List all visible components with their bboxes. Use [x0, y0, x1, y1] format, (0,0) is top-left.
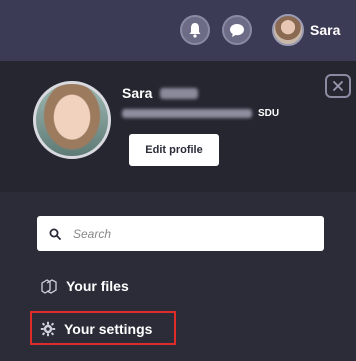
- redacted-last-name: [160, 87, 199, 99]
- menu-item-your-files[interactable]: Your files: [40, 278, 129, 294]
- redacted-email: [122, 109, 252, 118]
- gear-icon: [40, 321, 56, 337]
- edit-profile-button[interactable]: Edit profile: [129, 134, 219, 166]
- user-name: Sara: [310, 22, 341, 38]
- close-icon: [333, 81, 343, 91]
- search-box[interactable]: [37, 216, 324, 251]
- notifications-button[interactable]: [180, 15, 210, 45]
- close-button[interactable]: [325, 74, 351, 98]
- menu-item-label: Your files: [66, 278, 129, 294]
- search-icon: [49, 228, 61, 240]
- messages-button[interactable]: [222, 15, 252, 45]
- profile-name: Sara: [122, 85, 153, 101]
- organization-label: SDU: [258, 108, 280, 119]
- profile-email-row: SDU: [122, 108, 279, 119]
- bell-icon: [189, 23, 201, 38]
- top-bar: Sara: [0, 0, 356, 61]
- files-icon: [41, 279, 57, 294]
- chat-bubble-icon: [230, 23, 244, 37]
- profile-name-row: Sara: [122, 85, 199, 101]
- profile-avatar: [33, 81, 111, 159]
- menu-item-your-settings[interactable]: Your settings: [40, 321, 152, 337]
- avatar: [272, 14, 304, 46]
- menu-item-label: Your settings: [64, 321, 153, 337]
- search-input[interactable]: [71, 225, 305, 242]
- profile-panel: Sara SDU Edit profile: [0, 61, 356, 192]
- account-dropdown: Sara Sara SDU Edit profile Search Your f…: [0, 0, 356, 361]
- user-menu-button[interactable]: Sara: [272, 14, 340, 46]
- menu-panel: Your files Your settings: [0, 192, 356, 361]
